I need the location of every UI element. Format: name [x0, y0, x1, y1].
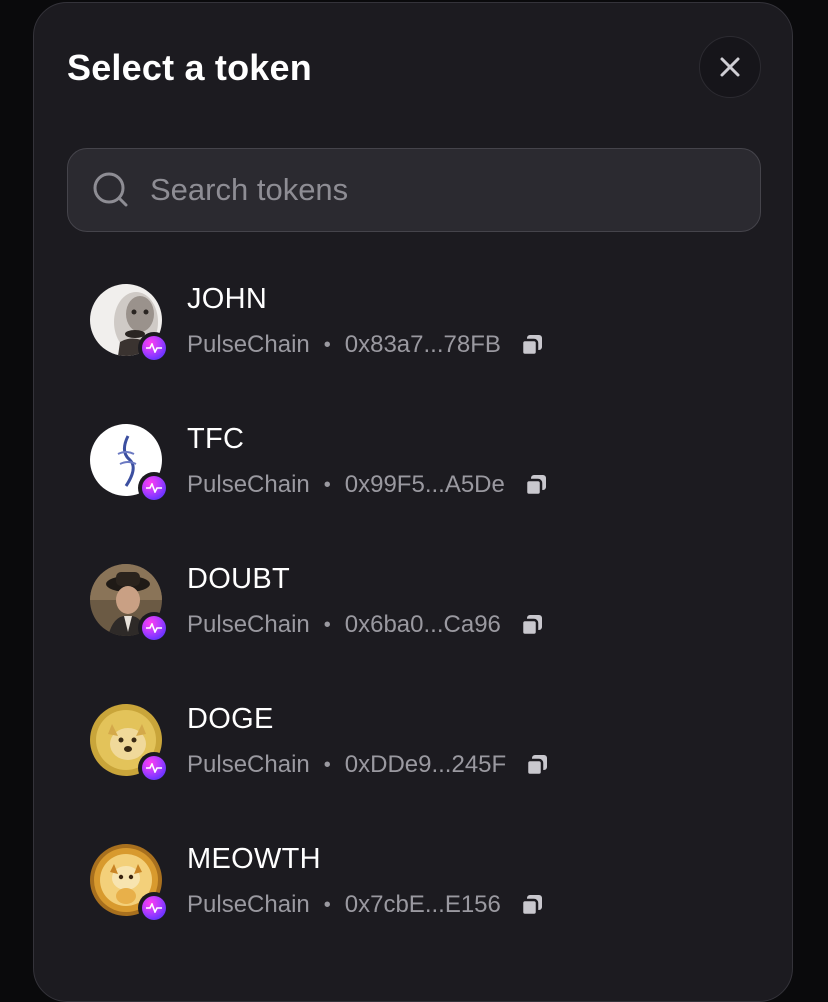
separator-dot: • — [323, 613, 331, 636]
copy-address-button[interactable] — [519, 332, 545, 358]
token-chain: PulseChain — [187, 751, 310, 778]
pulsechain-badge — [138, 472, 170, 504]
token-address: 0xDDe9...245F — [344, 751, 507, 778]
copy-icon — [520, 895, 542, 917]
token-row-tfc[interactable]: TFC PulseChain • 0x99F5...A5De — [34, 405, 792, 545]
token-chain: PulseChain — [187, 891, 310, 918]
token-address: 0x6ba0...Ca96 — [344, 611, 501, 638]
token-meta: PulseChain • 0xDDe9...245F — [187, 751, 550, 779]
token-symbol: JOHN — [187, 283, 268, 315]
close-icon — [720, 57, 740, 77]
token-address: 0x83a7...78FB — [344, 331, 501, 358]
search-field[interactable] — [67, 148, 761, 232]
pulsechain-icon — [142, 476, 166, 500]
pulsechain-badge — [138, 752, 170, 784]
token-meta: PulseChain • 0x83a7...78FB — [187, 331, 545, 359]
close-button[interactable] — [699, 36, 761, 98]
token-avatar-wrap — [90, 564, 170, 644]
token-address: 0x99F5...A5De — [344, 471, 505, 498]
pulsechain-badge — [138, 612, 170, 644]
copy-icon — [520, 335, 542, 357]
modal-title: Select a token — [67, 47, 312, 88]
search-input[interactable] — [148, 171, 760, 209]
token-meta: PulseChain • 0x7cbE...E156 — [187, 891, 545, 919]
copy-address-button[interactable] — [519, 612, 545, 638]
token-address: 0x7cbE...E156 — [344, 891, 501, 918]
token-chain: PulseChain — [187, 331, 310, 358]
token-meta: PulseChain • 0x99F5...A5De — [187, 471, 549, 499]
token-chain: PulseChain — [187, 471, 310, 498]
copy-icon — [520, 615, 542, 637]
token-chain: PulseChain — [187, 611, 310, 638]
token-row-doubt[interactable]: DOUBT PulseChain • 0x6ba0...Ca96 — [34, 545, 792, 685]
token-avatar-wrap — [90, 844, 170, 924]
copy-address-button[interactable] — [523, 472, 549, 498]
token-select-modal: Select a token Search tokens JOHN PulseC… — [33, 2, 793, 1002]
separator-dot: • — [323, 473, 331, 496]
pulsechain-badge — [138, 332, 170, 364]
separator-dot: • — [323, 333, 331, 356]
token-row-john[interactable]: JOHN PulseChain • 0x83a7...78FB — [34, 265, 792, 405]
copy-address-button[interactable] — [524, 752, 550, 778]
token-list: JOHN PulseChain • 0x83a7...78FB TFC Puls… — [34, 265, 792, 965]
pulsechain-icon — [142, 336, 166, 360]
token-avatar-wrap — [90, 704, 170, 784]
token-avatar-wrap — [90, 424, 170, 504]
token-symbol: MEOWTH — [187, 843, 321, 875]
pulsechain-icon — [142, 756, 166, 780]
copy-address-button[interactable] — [519, 892, 545, 918]
separator-dot: • — [323, 753, 331, 776]
pulsechain-icon — [142, 896, 166, 920]
search-icon — [92, 171, 130, 209]
pulsechain-badge — [138, 892, 170, 924]
separator-dot: • — [323, 893, 331, 916]
token-symbol: DOGE — [187, 703, 274, 735]
token-row-meowth[interactable]: MEOWTH PulseChain • 0x7cbE...E156 — [34, 825, 792, 965]
copy-icon — [524, 475, 546, 497]
token-symbol: TFC — [187, 423, 245, 455]
copy-icon — [525, 755, 548, 777]
token-symbol: DOUBT — [187, 563, 290, 595]
token-row-doge[interactable]: DOGE PulseChain • 0xDDe9...245F — [34, 685, 792, 825]
token-meta: PulseChain • 0x6ba0...Ca96 — [187, 611, 545, 639]
token-avatar-wrap — [90, 284, 170, 364]
pulsechain-icon — [142, 616, 166, 640]
